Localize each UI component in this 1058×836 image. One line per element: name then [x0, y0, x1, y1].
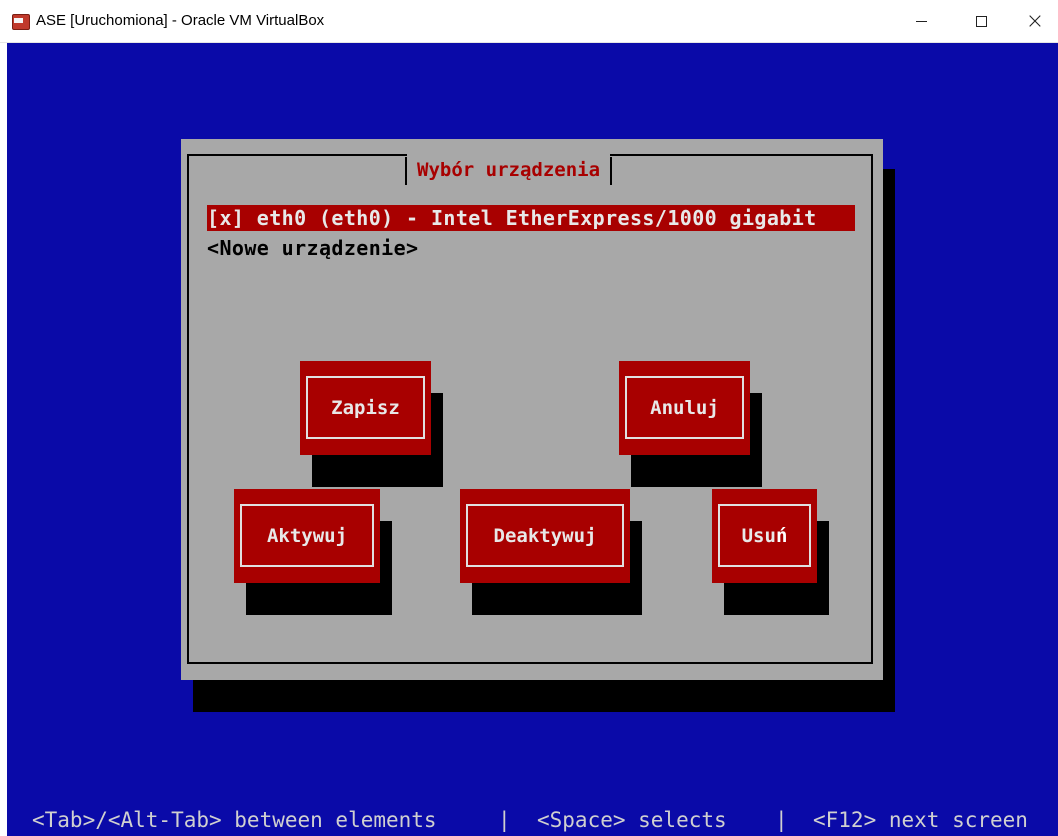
close-button[interactable]: ×: [1012, 0, 1058, 42]
delete-button[interactable]: Usu ń: [712, 489, 817, 583]
window-title: ASE [Uruchomiona] - Oracle VM VirtualBox: [36, 12, 325, 29]
cancel-button-label: Anuluj: [650, 396, 719, 419]
device-selection-dialog: Wybór urządzenia [x] eth0 (eth0) - Intel…: [181, 139, 883, 680]
delete-button-hotkey: ń: [775, 524, 788, 547]
status-separator: |: [498, 808, 511, 832]
window-title-bar[interactable]: ASE [Uruchomiona] - Oracle VM VirtualBox…: [0, 0, 1058, 43]
status-nav-hint: <Tab>/<Alt-Tab> between elements: [32, 808, 437, 832]
minimize-button[interactable]: [898, 0, 944, 42]
deactivate-button[interactable]: Deaktywuj: [460, 489, 630, 583]
dialog-title-text: Wybór urządzenia: [417, 159, 601, 181]
maximize-button[interactable]: [958, 0, 1004, 42]
minimize-icon: [915, 20, 927, 22]
cancel-button[interactable]: Anuluj: [619, 361, 750, 455]
save-button[interactable]: Zapisz: [300, 361, 431, 455]
device-list-item-new[interactable]: <Nowe urządzenie>: [207, 235, 419, 261]
status-line: <Tab>/<Alt-Tab> between elements | <Spac…: [7, 805, 1058, 835]
delete-button-label: Usu: [741, 524, 776, 547]
deactivate-button-label: Deaktywuj: [493, 524, 597, 547]
status-select-hint: <Space> selects: [537, 808, 727, 832]
close-icon: ×: [1025, 8, 1045, 34]
activate-button-label: Aktywuj: [266, 524, 348, 547]
status-separator: |: [775, 808, 788, 832]
dialog-title: Wybór urządzenia: [405, 154, 613, 186]
activate-button[interactable]: Aktywuj: [234, 489, 380, 583]
status-next-hint: <F12> next screen: [813, 808, 1028, 832]
virtualbox-icon: [12, 12, 30, 30]
maximize-icon: [975, 15, 987, 27]
vm-screen[interactable]: Wybór urządzenia [x] eth0 (eth0) - Intel…: [7, 43, 1058, 836]
save-button-label: Zapisz: [331, 396, 400, 419]
device-list-item-eth0[interactable]: [x] eth0 (eth0) - Intel EtherExpress/100…: [207, 205, 855, 231]
